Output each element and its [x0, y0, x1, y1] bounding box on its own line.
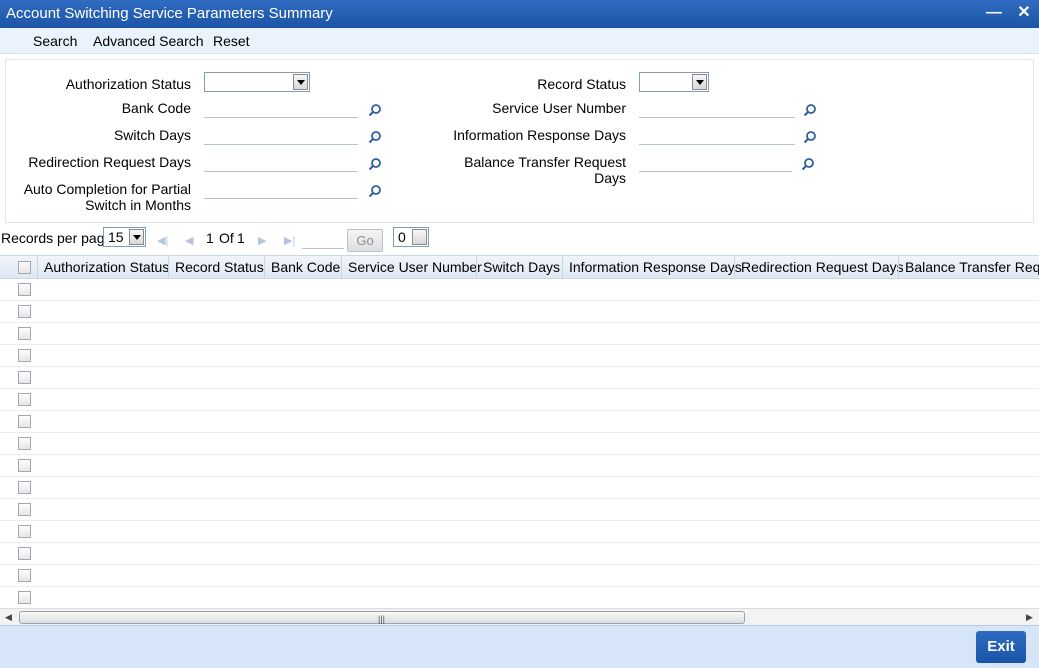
page-jump-select[interactable]: 0 [393, 227, 429, 247]
chevron-down-icon [293, 74, 308, 90]
search-icon[interactable] [368, 157, 382, 171]
search-icon[interactable] [368, 184, 382, 198]
row-checkbox[interactable] [18, 591, 31, 604]
information-response-days-label: Information Response Days [453, 127, 626, 143]
records-per-page-label: Records per page [1, 230, 113, 246]
authorization-status-label: Authorization Status [65, 76, 191, 92]
minimize-icon[interactable]: — [985, 4, 1003, 22]
scroll-right-icon[interactable]: ▶ [1026, 612, 1033, 623]
row-checkbox[interactable] [18, 393, 31, 406]
search-icon[interactable] [803, 103, 817, 117]
table-row[interactable] [0, 477, 1039, 499]
table-row[interactable] [0, 587, 1039, 608]
column-header[interactable]: Switch Days [476, 256, 560, 278]
select-all-checkbox[interactable] [18, 261, 31, 274]
records-per-page-select[interactable]: 15 [103, 227, 146, 247]
table-row[interactable] [0, 433, 1039, 455]
row-checkbox[interactable] [18, 349, 31, 362]
table-row[interactable] [0, 455, 1039, 477]
service-user-number-input[interactable] [639, 98, 795, 118]
column-header[interactable]: Record Status [168, 256, 264, 278]
information-response-days-input[interactable] [639, 125, 795, 145]
service-user-number-label: Service User Number [492, 100, 626, 116]
go-button[interactable]: Go [347, 229, 383, 252]
row-checkbox[interactable] [18, 503, 31, 516]
exit-button[interactable]: Exit [976, 631, 1026, 663]
row-checkbox[interactable] [18, 547, 31, 560]
results-table: Authorization Status Record Status Bank … [0, 255, 1039, 608]
table-row[interactable] [0, 301, 1039, 323]
total-pages: 1 [237, 230, 245, 246]
row-checkbox[interactable] [18, 415, 31, 428]
search-icon[interactable] [801, 157, 815, 171]
first-page-icon[interactable]: ◀​| [157, 234, 168, 247]
table-row[interactable] [0, 565, 1039, 587]
column-header[interactable]: Redirection Request Days [734, 256, 904, 278]
search-icon[interactable] [368, 130, 382, 144]
grip-icon: ||| [378, 614, 386, 624]
column-header[interactable]: Information Response Days [562, 256, 742, 278]
redirection-request-days-input[interactable] [204, 152, 358, 172]
page-of-label: Of [219, 230, 234, 246]
chevron-down-icon [692, 74, 707, 90]
reset-button[interactable]: Reset [213, 33, 250, 49]
switch-days-input[interactable] [204, 125, 358, 145]
record-status-select[interactable] [639, 72, 709, 92]
next-page-icon[interactable]: ▶ [258, 234, 266, 247]
table-row[interactable] [0, 279, 1039, 301]
previous-page-icon[interactable]: ◀ [185, 234, 193, 247]
redirection-request-days-label: Redirection Request Days [28, 154, 191, 170]
search-icon[interactable] [803, 130, 817, 144]
table-header: Authorization Status Record Status Bank … [0, 255, 1039, 279]
record-status-label: Record Status [537, 76, 626, 92]
page-number-input[interactable] [302, 231, 344, 249]
scroll-left-icon[interactable]: ◀ [5, 612, 12, 623]
row-checkbox[interactable] [18, 437, 31, 450]
table-row[interactable] [0, 367, 1039, 389]
row-checkbox[interactable] [18, 481, 31, 494]
bank-code-input[interactable] [204, 98, 358, 118]
row-checkbox[interactable] [18, 371, 31, 384]
horizontal-scrollbar[interactable]: ◀ ||| ▶ [0, 608, 1039, 625]
balance-transfer-request-days-label: Balance Transfer Request Days [464, 154, 626, 186]
column-header[interactable]: Balance Transfer Reque [898, 256, 1039, 278]
row-checkbox[interactable] [18, 305, 31, 318]
authorization-status-select[interactable] [204, 72, 310, 92]
pager: Records per page 15 ◀​| ◀ 1 Of 1 ▶ ▶| 0 [0, 226, 1039, 252]
toolbar: Search Advanced Search Reset [0, 28, 1039, 54]
table-row[interactable] [0, 521, 1039, 543]
column-header[interactable]: Authorization Status [37, 256, 169, 278]
row-checkbox[interactable] [18, 569, 31, 582]
close-icon[interactable]: ✕ [1015, 4, 1033, 22]
search-button[interactable]: Search [33, 33, 77, 49]
table-row[interactable] [0, 543, 1039, 565]
column-header[interactable]: Service User Number [341, 256, 482, 278]
scrollbar-thumb[interactable]: ||| [19, 611, 745, 624]
window-title: Account Switching Service Parameters Sum… [6, 5, 333, 22]
bank-code-label: Bank Code [121, 100, 191, 116]
row-checkbox[interactable] [18, 283, 31, 296]
row-checkbox[interactable] [18, 459, 31, 472]
table-row[interactable] [0, 499, 1039, 521]
table-row[interactable] [0, 345, 1039, 367]
title-bar: Account Switching Service Parameters Sum… [0, 0, 1039, 28]
auto-completion-input[interactable] [204, 179, 358, 199]
chevron-down-icon [412, 229, 427, 245]
last-page-icon[interactable]: ▶| [284, 234, 295, 247]
switch-days-label: Switch Days [113, 127, 191, 143]
advanced-search-button[interactable]: Advanced Search [93, 33, 204, 49]
footer: Exit [0, 625, 1039, 668]
search-panel: Authorization Status Bank Code Switch Da… [5, 59, 1034, 223]
row-checkbox[interactable] [18, 327, 31, 340]
table-row[interactable] [0, 411, 1039, 433]
column-header[interactable]: Bank Code [264, 256, 340, 278]
current-page: 1 [206, 230, 214, 246]
row-checkbox[interactable] [18, 525, 31, 538]
search-icon[interactable] [368, 103, 382, 117]
auto-completion-label: Auto Completion for Partial Switch in Mo… [23, 181, 191, 213]
balance-transfer-request-days-input[interactable] [639, 152, 792, 172]
table-row[interactable] [0, 323, 1039, 345]
table-row[interactable] [0, 389, 1039, 411]
chevron-down-icon [129, 229, 144, 245]
